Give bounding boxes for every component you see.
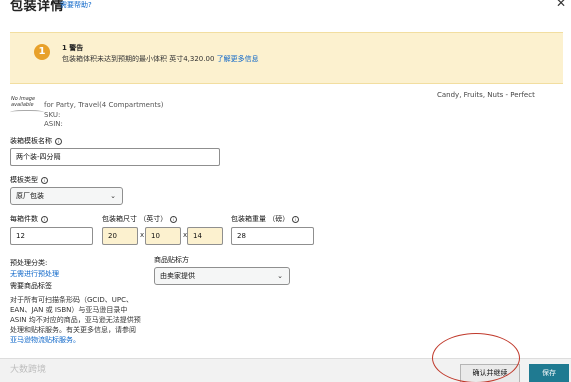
box-weight-label: 包装箱重量 （磅） i: [231, 214, 300, 224]
units-per-box-input[interactable]: 12: [10, 227, 93, 245]
asin-label: ASIN:: [44, 120, 63, 128]
help-link[interactable]: 需要帮助?: [60, 0, 92, 10]
template-type-select[interactable]: 原厂包装 ⌄: [10, 187, 123, 205]
units-per-box-label: 每箱件数 i: [10, 214, 48, 224]
prep-category-label: 预处理分类:: [10, 259, 48, 267]
box-weight-input[interactable]: 28: [231, 227, 314, 245]
warning-text: 包装箱体积未达到预期的最小体积 英寸4,320.00 了解更多信息: [62, 54, 259, 64]
prep-category-link[interactable]: 无需进行预处理: [10, 269, 59, 279]
product-title-left: for Party, Travel(4 Compartments): [44, 101, 164, 109]
product-image-placeholder: No Image available: [11, 96, 36, 108]
product-summary: No Image available Candy, Fruits, Nuts -…: [10, 91, 570, 128]
close-icon[interactable]: ✕: [556, 0, 566, 10]
page-title: 包装详情: [10, 0, 65, 14]
info-icon[interactable]: i: [292, 215, 300, 223]
learn-more-link[interactable]: 了解更多信息: [217, 55, 259, 63]
box-width-input[interactable]: 10: [145, 227, 181, 245]
warning-title: 1 警告: [62, 44, 84, 52]
template-name-input[interactable]: 两个装-四分隔: [10, 148, 220, 166]
info-icon[interactable]: i: [41, 215, 48, 223]
watermark: 大数跨境: [10, 365, 47, 375]
warning-icon: 1: [34, 44, 50, 60]
info-icon[interactable]: i: [55, 137, 62, 145]
labeling-owner-label: 商品贴标方: [154, 256, 189, 264]
labeling-info-paragraph: 对于所有可扫描条形码（GCID、UPC、EAN、JAN 或 ISBN）与亚马逊目…: [10, 295, 145, 345]
labeling-info-text: 对于所有可扫描条形码（GCID、UPC、EAN、JAN 或 ISBN）与亚马逊目…: [10, 296, 141, 334]
warning-message: 包装箱体积未达到预期的最小体积 英寸4,320.00: [62, 55, 215, 63]
box-weight-label-text: 包装箱重量 （磅）: [231, 215, 290, 223]
info-icon[interactable]: i: [41, 176, 48, 184]
template-name-label-text: 装箱模板名称: [10, 137, 52, 145]
label-required-text: 需要商品标签: [10, 282, 52, 290]
warning-banner: 1 1 警告 包装箱体积未达到预期的最小体积 英寸4,320.00 了解更多信息: [10, 32, 563, 84]
template-type-value: 原厂包装: [16, 192, 44, 200]
sku-label: SKU:: [44, 111, 61, 119]
labeling-owner-value: 由卖家提供: [160, 272, 195, 280]
labeling-owner-select[interactable]: 由卖家提供 ⌄: [154, 267, 290, 285]
modal-header: 包装详情 需要帮助? ✕: [0, 0, 571, 18]
chevron-down-icon: ⌄: [277, 272, 283, 280]
image-placeholder-curve: [10, 110, 44, 116]
save-button[interactable]: 保存: [529, 364, 569, 382]
labeling-service-link[interactable]: 亚马逊物流贴标服务。: [10, 336, 80, 344]
template-name-label: 装箱模板名称 i: [10, 136, 62, 146]
template-type-label-text: 模板类型: [10, 176, 38, 184]
template-type-label: 模板类型 i: [10, 175, 48, 185]
box-length-input[interactable]: 20: [102, 227, 138, 245]
box-height-input[interactable]: 14: [187, 227, 223, 245]
product-title-right: Candy, Fruits, Nuts - Perfect: [437, 91, 535, 99]
annotation-circle: [432, 333, 520, 382]
chevron-down-icon: ⌄: [110, 192, 116, 200]
box-dimensions-label-text: 包装箱尺寸 （英寸）: [102, 215, 168, 223]
units-per-box-label-text: 每箱件数: [10, 215, 38, 223]
info-icon[interactable]: i: [170, 215, 178, 223]
dimension-separator: x: [140, 231, 145, 239]
box-dimensions-label: 包装箱尺寸 （英寸） i: [102, 214, 178, 224]
